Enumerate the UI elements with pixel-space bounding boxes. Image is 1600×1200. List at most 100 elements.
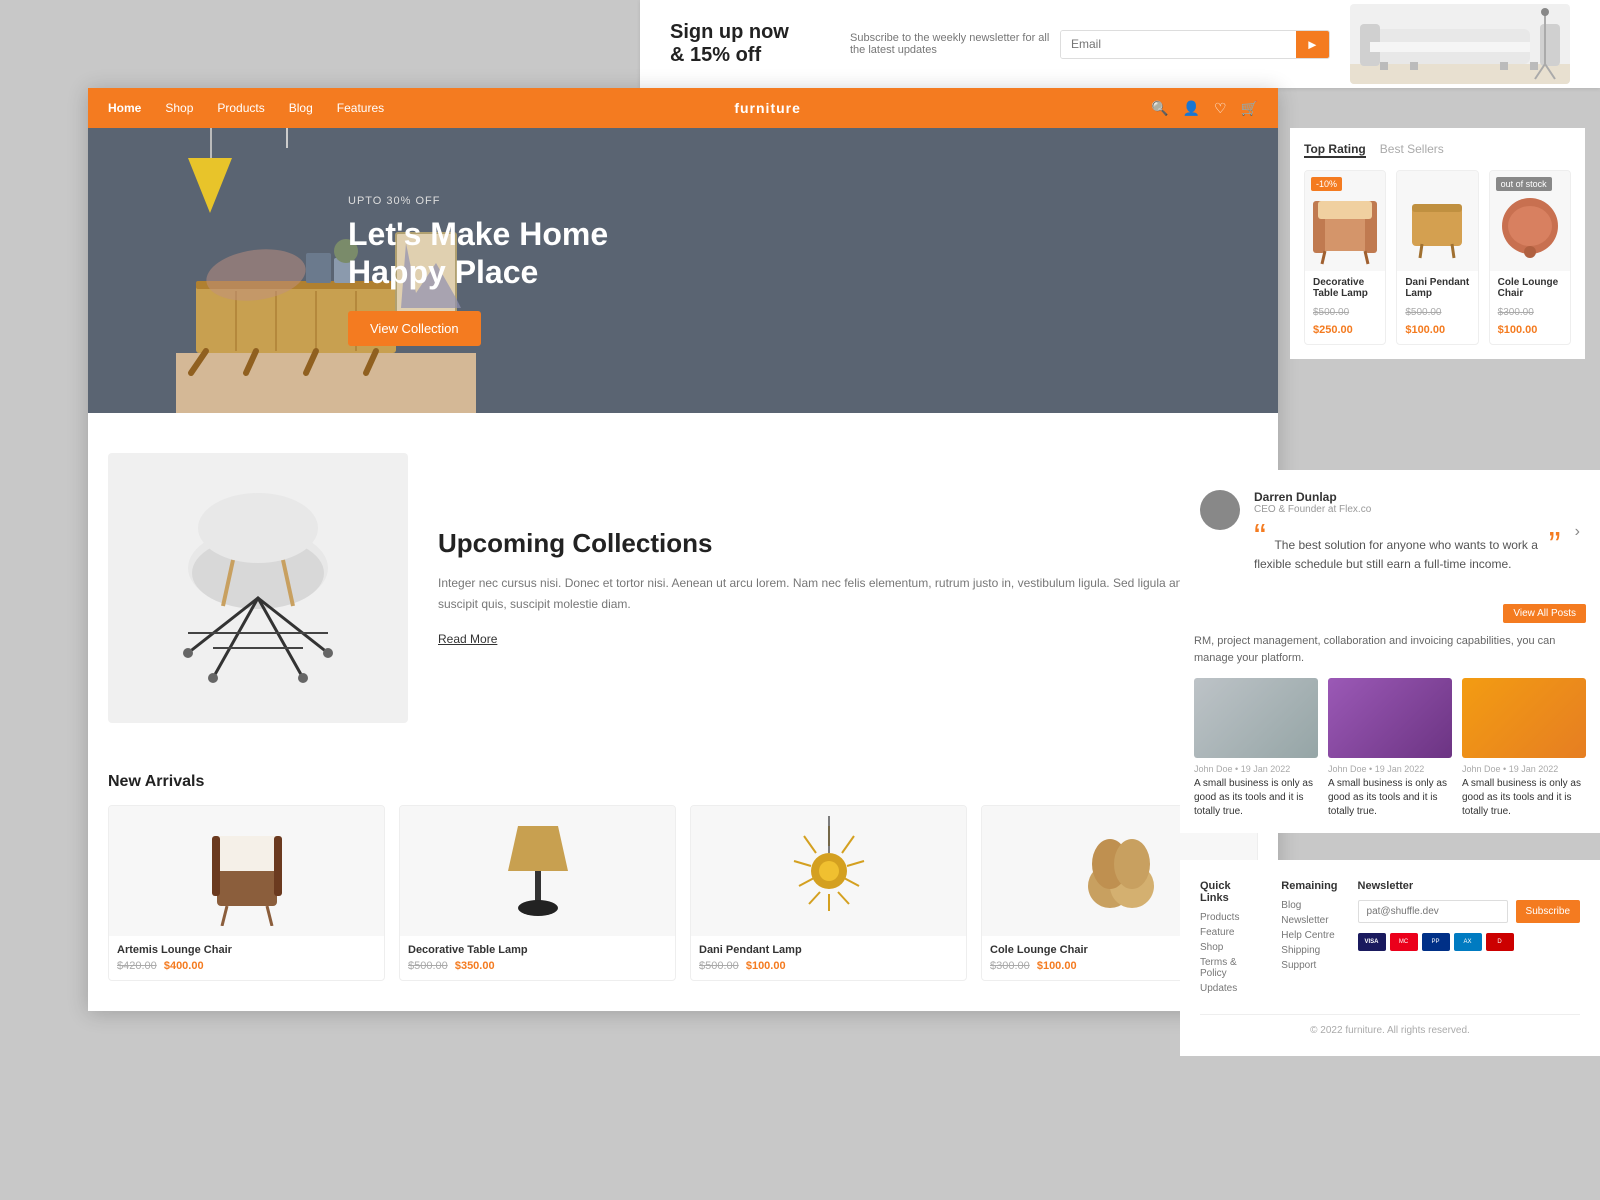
footer-col-remaining: Remaining Blog Newsletter Help Centre Sh… bbox=[1281, 880, 1337, 998]
wishlist-btn-1[interactable]: ♡ bbox=[235, 904, 259, 928]
footer-remaining-list: Blog Newsletter Help Centre Shipping Sup… bbox=[1281, 900, 1337, 971]
right-product-name-2: Dani Pendant Lamp bbox=[1405, 277, 1469, 299]
view-collection-button[interactable]: View Collection bbox=[348, 311, 481, 346]
testimonial-content: Darren Dunlap CEO & Founder at Flex.co “… bbox=[1254, 490, 1561, 574]
mastercard-icon: MC bbox=[1390, 933, 1418, 951]
navbar-icons: 🔍 👤 ♡ 🛒 bbox=[1151, 100, 1258, 117]
blog-post-3: John Doe • 19 Jan 2022 A small business … bbox=[1462, 678, 1586, 819]
right-product-price-2: $500.00 $100.00 bbox=[1405, 302, 1469, 338]
blog-img-2 bbox=[1328, 678, 1452, 758]
footer-link-newsletter[interactable]: Newsletter bbox=[1281, 915, 1337, 926]
quickview-btn-1[interactable]: 🔍 bbox=[265, 904, 289, 928]
send-icon: ► bbox=[1306, 37, 1319, 52]
product-info-2: Decorative Table Lamp $500.00 $350.00 bbox=[400, 936, 675, 980]
footer-remaining-title: Remaining bbox=[1281, 880, 1337, 892]
hero-banner: UPTO 30% OFF Let's Make Home Happy Place… bbox=[88, 128, 1278, 413]
wishlist-icon[interactable]: ♡ bbox=[1214, 100, 1227, 117]
product-price-3: $500.00 $100.00 bbox=[699, 960, 958, 972]
footer-copyright: © 2022 furniture. All rights reserved. bbox=[1200, 1014, 1580, 1036]
products-tabs: Top Rating Best Sellers bbox=[1304, 142, 1571, 158]
footer-quick-links-title: Quick Links bbox=[1200, 880, 1261, 904]
hero-content: UPTO 30% OFF Let's Make Home Happy Place… bbox=[88, 195, 608, 347]
blog-img-3 bbox=[1462, 678, 1586, 758]
newsletter-description: Subscribe to the weekly newsletter for a… bbox=[850, 32, 1050, 56]
tab-top-rating[interactable]: Top Rating bbox=[1304, 142, 1366, 158]
blog-title-3[interactable]: A small business is only as good as its … bbox=[1462, 777, 1586, 819]
newsletter-strip: Sign up now & 15% off Subscribe to the w… bbox=[640, 0, 1600, 88]
site-container: Home Shop Products Blog Features furnitu… bbox=[88, 88, 1278, 1011]
right-product-info-3: Cole Lounge Chair $300.00 $100.00 bbox=[1490, 271, 1570, 344]
product-info-1: Artemis Lounge Chair $420.00 $400.00 bbox=[109, 936, 384, 980]
view-all-posts-button[interactable]: View All Posts bbox=[1503, 604, 1586, 623]
nav-link-home[interactable]: Home bbox=[108, 101, 141, 115]
search-icon[interactable]: 🔍 bbox=[1151, 100, 1168, 117]
product-img-1: 🛒 ♡ 🔍 bbox=[109, 806, 384, 936]
new-arrivals-section: New Arrivals 🛒 bbox=[88, 763, 1278, 1011]
hero-promo-text: UPTO 30% OFF bbox=[348, 195, 608, 207]
add-to-cart-btn-1[interactable]: 🛒 bbox=[205, 904, 229, 928]
newsletter-send-button[interactable]: ► bbox=[1296, 31, 1329, 58]
footer-section: Quick Links Products Feature Shop Terms … bbox=[1180, 860, 1600, 1056]
footer-link-support[interactable]: Support bbox=[1281, 960, 1337, 971]
product-img-3 bbox=[691, 806, 966, 936]
right-product-name-3: Cole Lounge Chair bbox=[1498, 277, 1562, 299]
cart-icon[interactable]: 🛒 bbox=[1241, 100, 1258, 117]
newsletter-form: ► bbox=[1060, 30, 1330, 59]
product-name-2: Decorative Table Lamp bbox=[408, 944, 667, 956]
nav-link-features[interactable]: Features bbox=[337, 101, 384, 115]
newsletter-preview-img bbox=[1350, 4, 1570, 84]
upcoming-title: Upcoming Collections bbox=[438, 528, 1258, 559]
footer-subscribe-button[interactable]: Subscribe bbox=[1516, 900, 1580, 923]
product-price-1: $420.00 $400.00 bbox=[117, 960, 376, 972]
product-info-3: Dani Pendant Lamp $500.00 $100.00 bbox=[691, 936, 966, 980]
footer-link-shop[interactable]: Shop bbox=[1200, 942, 1261, 953]
blog-meta-3: John Doe • 19 Jan 2022 bbox=[1462, 764, 1586, 774]
products-right-grid: -10% Decorative Table Lamp bbox=[1304, 170, 1571, 345]
newsletter-email-input[interactable] bbox=[1061, 31, 1296, 58]
nav-link-shop[interactable]: Shop bbox=[165, 101, 193, 115]
right-product-price-3: $300.00 $100.00 bbox=[1498, 302, 1562, 338]
testimonial-next-arrow[interactable]: › bbox=[1575, 523, 1580, 541]
right-product-img-2 bbox=[1397, 171, 1477, 271]
product-name-3: Dani Pendant Lamp bbox=[699, 944, 958, 956]
user-icon[interactable]: 👤 bbox=[1183, 100, 1200, 117]
right-product-card-1: -10% Decorative Table Lamp bbox=[1304, 170, 1386, 345]
newsletter-signup-title: Sign up now & 15% off bbox=[670, 21, 830, 67]
blog-meta-2: John Doe • 19 Jan 2022 bbox=[1328, 764, 1452, 774]
blog-title-2[interactable]: A small business is only as good as its … bbox=[1328, 777, 1452, 819]
blog-posts-grid: John Doe • 19 Jan 2022 A small business … bbox=[1194, 678, 1586, 819]
testimonial-section: Darren Dunlap CEO & Founder at Flex.co “… bbox=[1180, 470, 1600, 594]
visa-icon: VISA bbox=[1358, 933, 1386, 951]
product-card-2: Decorative Table Lamp $500.00 $350.00 bbox=[399, 805, 676, 981]
tab-best-sellers[interactable]: Best Sellers bbox=[1380, 142, 1444, 158]
navbar-left: Home Shop Products Blog Features bbox=[108, 101, 384, 115]
footer-link-terms[interactable]: Terms & Policy bbox=[1200, 957, 1261, 979]
right-product-info-2: Dani Pendant Lamp $500.00 $100.00 bbox=[1397, 271, 1477, 344]
footer-link-feature[interactable]: Feature bbox=[1200, 927, 1261, 938]
nav-link-blog[interactable]: Blog bbox=[289, 101, 313, 115]
footer-link-shipping[interactable]: Shipping bbox=[1281, 945, 1337, 956]
nav-link-products[interactable]: Products bbox=[217, 101, 264, 115]
right-product-card-3: out of stock Cole Lounge Chair $300.00 $… bbox=[1489, 170, 1571, 345]
footer-col-quick-links: Quick Links Products Feature Shop Terms … bbox=[1200, 880, 1261, 998]
discover-icon: D bbox=[1486, 933, 1514, 951]
footer-email-input[interactable] bbox=[1358, 900, 1508, 923]
footer-link-blog[interactable]: Blog bbox=[1281, 900, 1337, 911]
read-more-link[interactable]: Read More bbox=[438, 632, 497, 646]
footer-link-products[interactable]: Products bbox=[1200, 912, 1261, 923]
newsletter-left: Sign up now & 15% off bbox=[670, 21, 830, 67]
testimonial-text: The best solution for anyone who wants t… bbox=[1254, 538, 1538, 571]
footer-link-updates[interactable]: Updates bbox=[1200, 983, 1261, 994]
footer-link-help[interactable]: Help Centre bbox=[1281, 930, 1337, 941]
blog-post-1: John Doe • 19 Jan 2022 A small business … bbox=[1194, 678, 1318, 819]
upcoming-section: Upcoming Collections Integer nec cursus … bbox=[88, 413, 1278, 763]
new-arrivals-title: New Arrivals bbox=[108, 773, 1258, 791]
upcoming-chair-image bbox=[108, 453, 408, 723]
upcoming-text: Upcoming Collections Integer nec cursus … bbox=[438, 528, 1258, 648]
product-card-1: 🛒 ♡ 🔍 Artemis Lounge Chair $420.00 $400.… bbox=[108, 805, 385, 981]
blog-header: View All Posts bbox=[1194, 604, 1586, 623]
paypal-icon: PP bbox=[1422, 933, 1450, 951]
blog-title-1[interactable]: A small business is only as good as its … bbox=[1194, 777, 1318, 819]
right-product-price-1: $500.00 $250.00 bbox=[1313, 302, 1377, 338]
upcoming-description: Integer nec cursus nisi. Donec et tortor… bbox=[438, 573, 1258, 614]
